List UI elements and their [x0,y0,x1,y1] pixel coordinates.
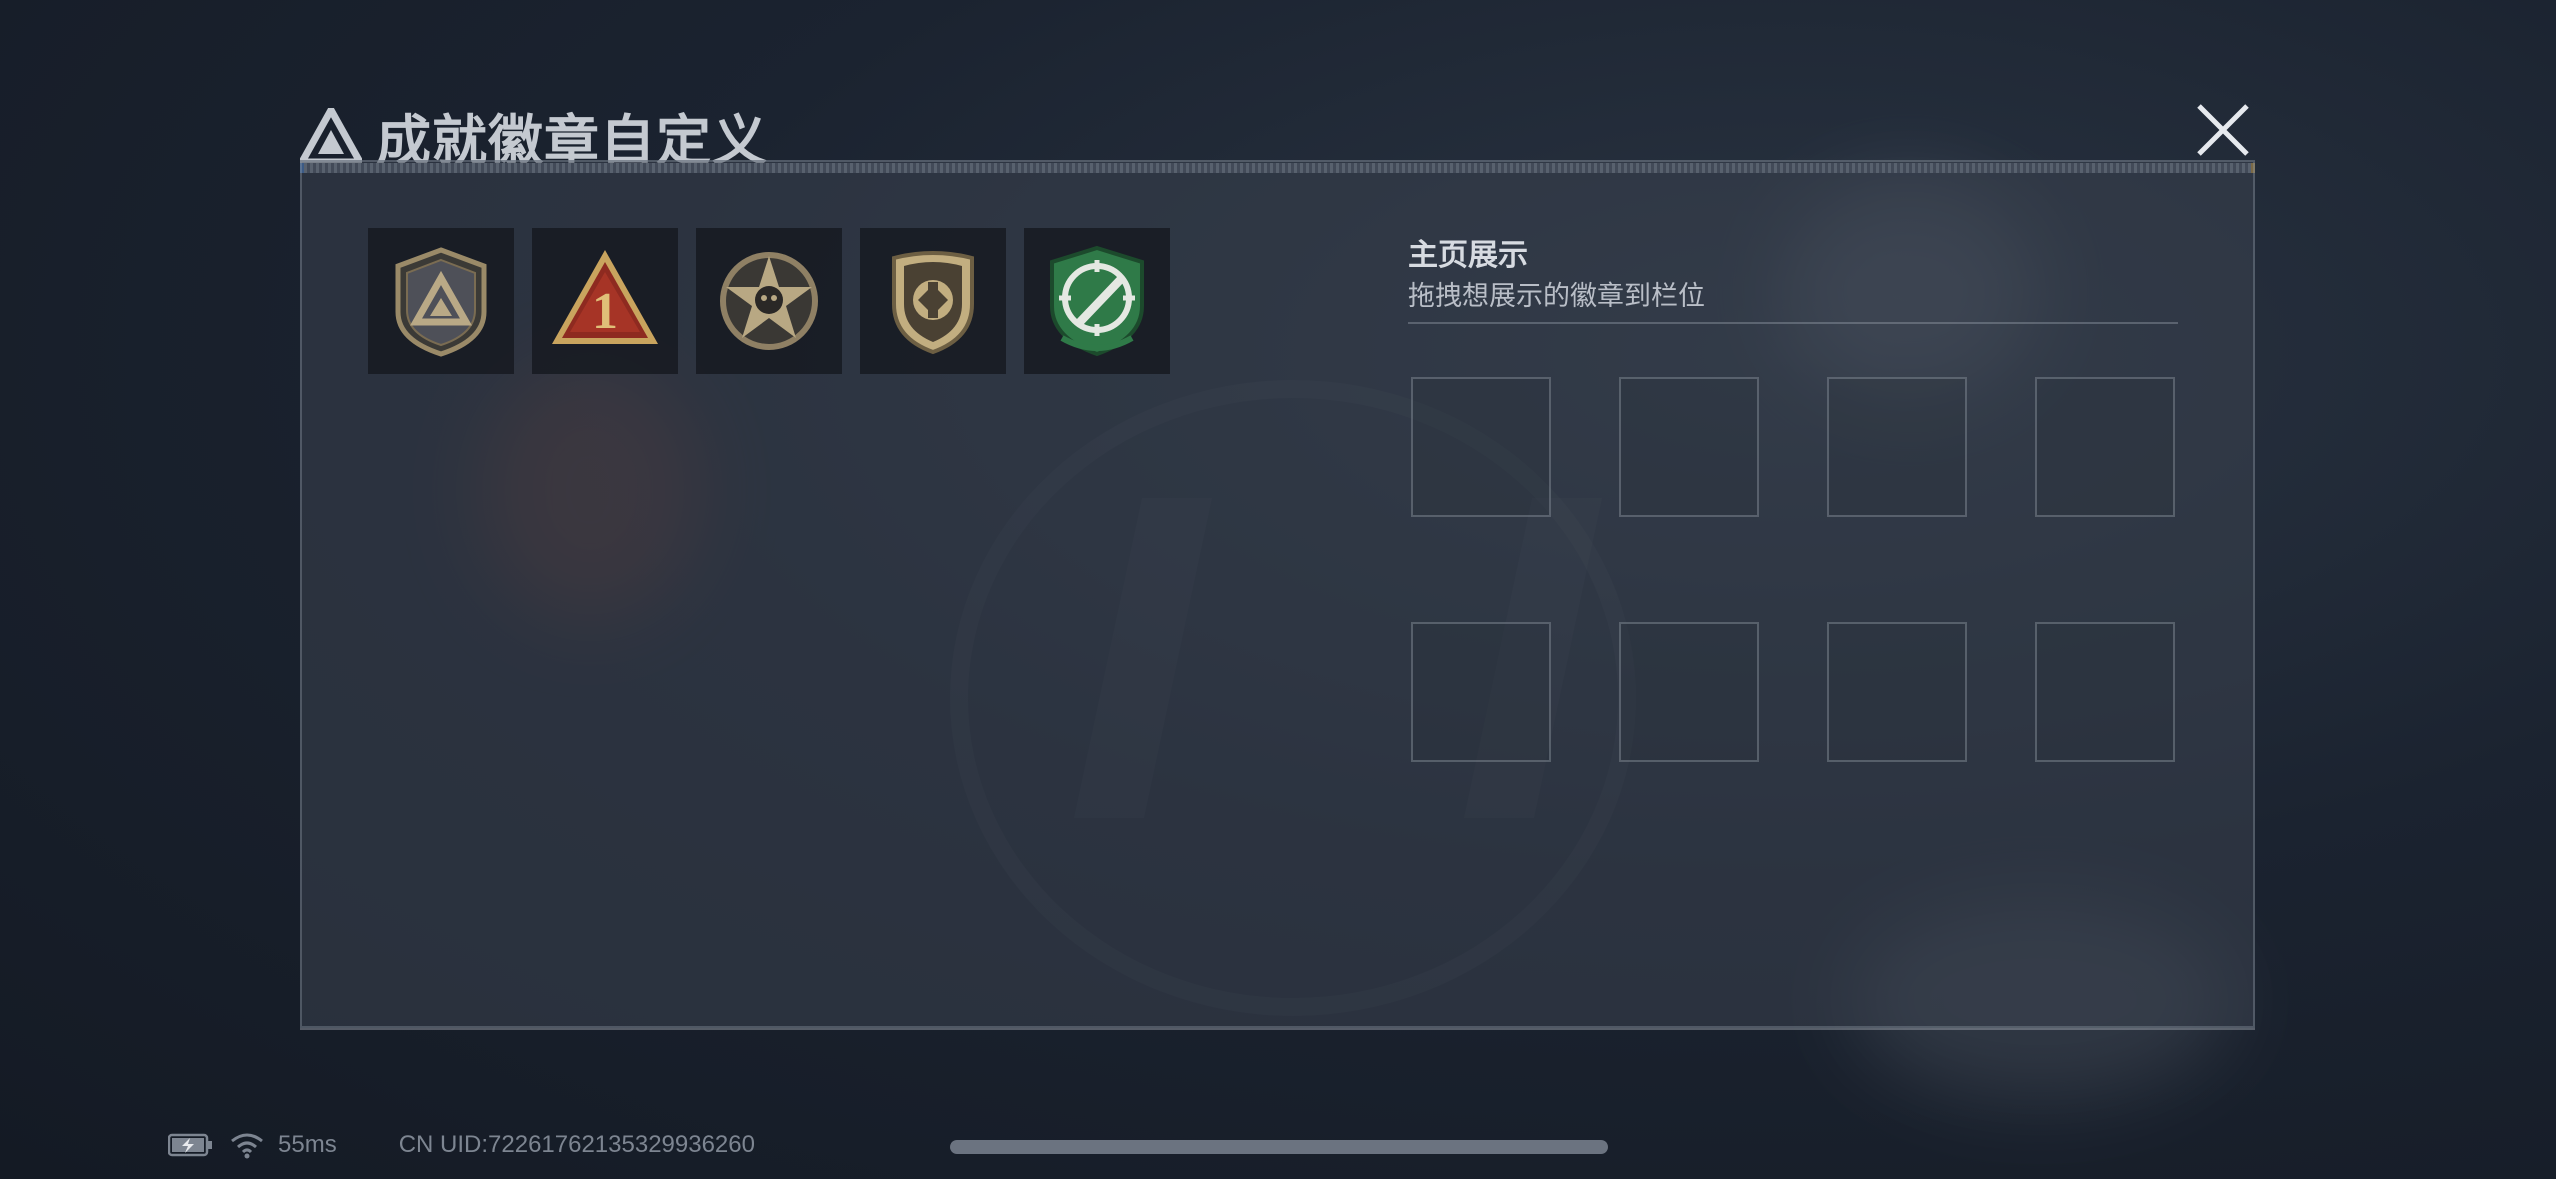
showcase-slot[interactable] [1411,622,1551,762]
rank-one-badge-icon: 1 [552,250,658,344]
user-uid: CN UID:7226176213532993626​0 [398,1131,755,1158]
triangle-logo-icon [300,108,362,164]
battery-charging-icon [168,1133,212,1157]
ping-readout: 55ms [278,1131,337,1158]
badge-item-crosshair-knife[interactable] [1024,228,1170,374]
svg-text:1: 1 [592,283,618,340]
showcase-slot[interactable] [2035,377,2175,517]
home-indicator[interactable] [950,1140,1608,1154]
showcase-slot[interactable] [2035,622,2175,762]
status-bar: 55ms CN UID:7226176213532993626​0 [168,1125,755,1165]
badge-item-star-skull[interactable] [696,228,842,374]
badge-item-shield-emblem[interactable] [860,228,1006,374]
tactical-triangle-badge-icon [395,247,487,357]
showcase-title: 主页展示 [1408,239,1528,272]
showcase-divider [1408,322,2178,324]
showcase-subtitle: 拖拽想展示的徽章到栏位 [1408,281,1705,311]
close-icon [2197,104,2249,156]
shield-emblem-badge-icon [892,251,974,355]
crosshair-knife-badge-icon [1050,245,1144,357]
showcase-slot[interactable] [1619,622,1759,762]
showcase-slot[interactable] [1827,622,1967,762]
star-skull-badge-icon [720,252,818,350]
showcase-slot[interactable] [1619,377,1759,517]
badge-item-tactical-triangle[interactable] [368,228,514,374]
showcase-slot[interactable] [1411,377,1551,517]
badge-item-rank-one[interactable]: 1 [532,228,678,374]
title-bar: 成就徽章自定义 [300,88,2255,173]
close-button[interactable] [2185,92,2261,168]
showcase-slot[interactable] [1827,377,1967,517]
wifi-icon [231,1133,263,1159]
